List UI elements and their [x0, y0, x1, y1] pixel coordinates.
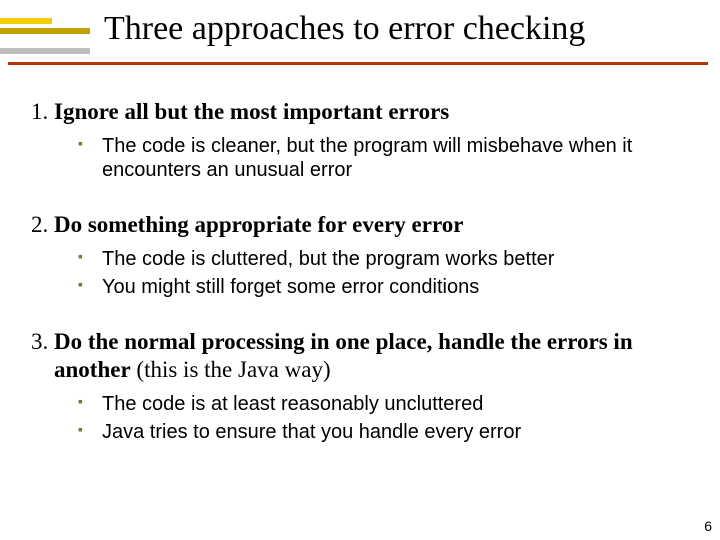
sub-list: The code is cluttered, but the program w…	[78, 247, 690, 300]
slide-body: Ignore all but the most important errors…	[0, 78, 720, 445]
list-item: Ignore all but the most important errors…	[54, 98, 690, 183]
slide-title: Three approaches to error checking	[104, 10, 585, 48]
title-underline	[8, 62, 708, 65]
page-number: 6	[704, 518, 712, 534]
stripe-icon	[0, 28, 90, 34]
sub-item: The code is cluttered, but the program w…	[78, 247, 690, 271]
item-heading: Ignore all but the most important errors	[54, 99, 449, 124]
sub-list: The code is at least reasonably unclutte…	[78, 392, 690, 445]
slide: Three approaches to error checking Ignor…	[0, 0, 720, 540]
item-head-paren: (this is the Java way)	[131, 357, 331, 382]
sub-item: The code is at least reasonably unclutte…	[78, 392, 690, 416]
stripe-icon	[0, 48, 90, 54]
sub-item: You might still forget some error condit…	[78, 275, 690, 299]
main-list: Ignore all but the most important errors…	[54, 98, 690, 445]
sub-item: Java tries to ensure that you handle eve…	[78, 420, 690, 444]
title-block: Three approaches to error checking	[0, 0, 720, 78]
sub-item: The code is cleaner, but the program wil…	[78, 134, 690, 183]
item-head-text: Ignore all but the most important errors	[54, 99, 449, 124]
list-item: Do the normal processing in one place, h…	[54, 328, 690, 445]
decorative-stripes	[0, 18, 90, 58]
item-heading: Do the normal processing in one place, h…	[54, 329, 633, 382]
item-head-text: Do something appropriate for every error	[54, 212, 463, 237]
stripe-icon	[0, 18, 52, 24]
sub-list: The code is cleaner, but the program wil…	[78, 134, 690, 183]
item-heading: Do something appropriate for every error	[54, 212, 463, 237]
list-item: Do something appropriate for every error…	[54, 211, 690, 300]
